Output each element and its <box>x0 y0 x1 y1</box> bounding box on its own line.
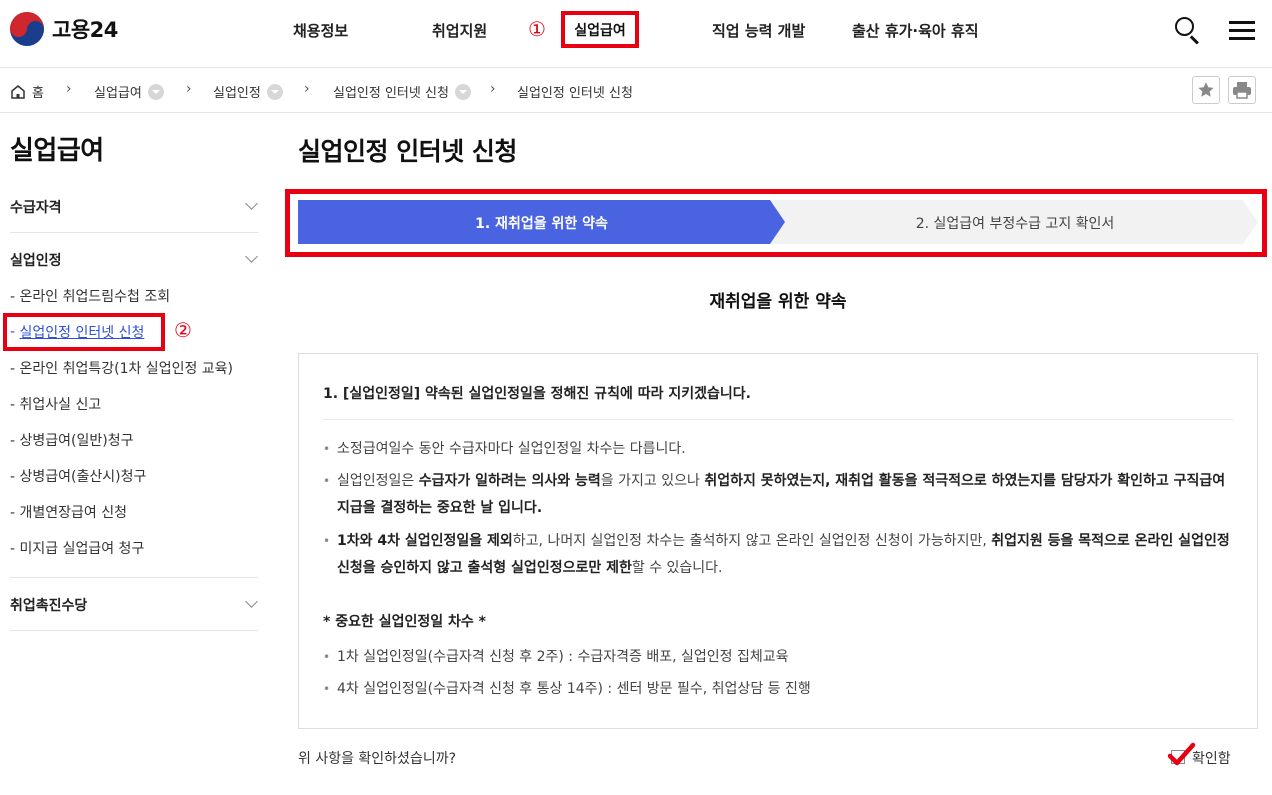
step-indicator: 1. 재취업을 위한 약속 2. 실업급여 부정수급 고지 확인서 <box>298 200 1258 244</box>
home-icon <box>11 84 25 99</box>
page-title: 실업인정 인터넷 신청 <box>298 137 517 166</box>
site-header: 고용24 채용정보 취업지원 ① 실업급여 직업 능력 개발 출산 휴가·육아 … <box>0 0 1272 68</box>
breadcrumb-separator-icon: › <box>304 81 310 97</box>
nav-item-parental-leave[interactable]: 출산 휴가·육아 휴직 <box>852 20 979 41</box>
chevron-down-icon <box>245 595 258 608</box>
list-item: 실업인정일은 수급자가 일하려는 의사와 능력을 가지고 있으나 취업하지 못하… <box>323 468 1233 522</box>
sidebar-section-label: 수급자격 <box>10 200 62 216</box>
breadcrumb-separator-icon: › <box>186 81 192 97</box>
list-item-text: 4차 실업인정일(수급자격 신청 후 통상 14주) : 센터 방문 필수, 취… <box>337 681 811 697</box>
sidebar-item-unpaid-benefit[interactable]: - 미지급 실업급여 청구 <box>10 538 144 558</box>
breadcrumb-item-2[interactable]: 실업인정 <box>213 82 283 101</box>
list-item: 1차와 4차 실업인정일을 제외하고, 나머지 실업인정 차수는 출석하지 않고… <box>323 528 1233 582</box>
divider <box>323 419 1233 420</box>
breadcrumb-home[interactable]: 홈 <box>10 82 44 101</box>
list-item-text: 소정급여일수 동안 수급자마다 실업인정일 차수는 다릅니다. <box>337 441 686 457</box>
logo-text: 고용24 <box>52 18 118 42</box>
step-1-label: 1. 재취업을 위한 약속 <box>475 216 608 232</box>
list-item-text: 할 수 있습니다. <box>631 560 723 576</box>
sidebar-section-employment-promotion[interactable]: 취업촉진수당 <box>10 595 258 615</box>
divider <box>10 232 258 233</box>
breadcrumb-separator-icon: › <box>490 81 496 97</box>
confirm-checkbox-label[interactable]: 확인함 <box>1192 748 1231 768</box>
breadcrumb-item-current: 실업인정 인터넷 신청 <box>517 82 633 101</box>
sidebar-item-internet-application[interactable]: - 실업인정 인터넷 신청 <box>3 313 165 351</box>
sidebar-section-label: 실업인정 <box>10 253 62 269</box>
sidebar-item-label: 실업인정 인터넷 신청 <box>19 325 145 341</box>
pledge-heading: 1. [실업인정일] 약속된 실업인정일을 정해진 규칙에 따라 지키겠습니다. <box>323 386 751 402</box>
sidebar-title: 실업급여 <box>10 136 104 166</box>
chevron-down-icon <box>245 250 258 263</box>
sidebar-item-sickness-benefit[interactable]: - 상병급여(일반)청구 <box>10 430 133 450</box>
list-item-text: 1차 실업인정일(수급자격 신청 후 2주) : 수급자격증 배포, 실업인정 … <box>337 649 789 665</box>
chevron-down-icon <box>245 197 258 210</box>
confirm-checkbox-group[interactable]: 확인함 <box>1168 742 1238 768</box>
list-item-emphasis: 1차와 4차 실업인정일을 제외 <box>337 533 513 549</box>
list-item-emphasis: 수급자가 일하려는 의사와 능력 <box>418 473 601 489</box>
nav-item-unemployment-benefit[interactable]: 실업급여 <box>561 11 639 48</box>
breadcrumb-item-1[interactable]: 실업급여 <box>94 82 164 101</box>
list-item-text: 하고, 나머지 실업인정 차수는 출석하지 않고 온라인 실업인정 신청이 가능… <box>512 533 992 549</box>
breadcrumb-home-label: 홈 <box>32 86 44 101</box>
pledge-content-box: 1. [실업인정일] 약속된 실업인정일을 정해진 규칙에 따라 지키겠습니다.… <box>298 353 1258 729</box>
sidebar-item-extended-benefit[interactable]: - 개별연장급여 신청 <box>10 502 127 522</box>
breadcrumb-label: 실업인정 인터넷 신청 <box>333 86 449 101</box>
sidebar-item-prefix: - <box>10 324 20 340</box>
menu-icon[interactable] <box>1228 16 1256 44</box>
list-item: 1차 실업인정일(수급자격 신청 후 2주) : 수급자격증 배포, 실업인정 … <box>323 644 1233 671</box>
chevron-down-icon[interactable] <box>454 83 471 100</box>
bookmark-star-icon[interactable] <box>1192 76 1220 104</box>
print-icon[interactable] <box>1228 76 1256 104</box>
confirm-question: 위 사항을 확인하셨습니까? <box>298 751 457 767</box>
sidebar-item-online-dream-notebook[interactable]: - 온라인 취업드림수첩 조회 <box>10 286 170 306</box>
breadcrumb: 홈 › 실업급여 › 실업인정 › 실업인정 인터넷 신청 › 실업인정 인터넷… <box>0 68 1272 113</box>
nav-item-employment-support[interactable]: 취업지원 <box>432 20 487 41</box>
step-2-label: 2. 실업급여 부정수급 고지 확인서 <box>915 216 1115 232</box>
site-logo[interactable]: 고용24 <box>10 12 118 46</box>
nav-item-jobs[interactable]: 채용정보 <box>293 20 348 41</box>
sidebar-item-sickness-benefit-childbirth[interactable]: - 상병급여(출산시)청구 <box>10 466 146 486</box>
list-item: 소정급여일수 동안 수급자마다 실업인정일 차수는 다릅니다. <box>323 436 1233 463</box>
sidebar-item-online-lecture[interactable]: - 온라인 취업특강(1차 실업인정 교육) <box>10 358 233 378</box>
divider <box>10 630 258 631</box>
sidebar-item-employment-report[interactable]: - 취업사실 신고 <box>10 394 101 414</box>
list-item-text: 실업인정일은 <box>337 473 419 489</box>
breadcrumb-label: 실업급여 <box>94 86 142 101</box>
annotation-marker-2: ② <box>174 318 192 342</box>
sidebar-section-label: 취업촉진수당 <box>10 598 88 614</box>
chevron-down-icon[interactable] <box>266 83 283 100</box>
annotation-marker-1: ① <box>528 17 546 41</box>
nav-item-vocational-training[interactable]: 직업 능력 개발 <box>712 20 805 41</box>
search-icon[interactable] <box>1174 16 1202 45</box>
breadcrumb-item-3[interactable]: 실업인정 인터넷 신청 <box>333 82 471 101</box>
section-title: 재취업을 위한 약속 <box>709 292 847 312</box>
breadcrumb-label: 실업인정 인터넷 신청 <box>517 86 633 101</box>
important-dates-heading: * 중요한 실업인정일 차수 * <box>323 614 486 630</box>
chevron-down-icon[interactable] <box>147 83 164 100</box>
divider <box>10 577 258 578</box>
taegeuk-logo-icon <box>10 12 44 46</box>
sidebar-section-eligibility[interactable]: 수급자격 <box>10 197 258 217</box>
breadcrumb-separator-icon: › <box>66 81 72 97</box>
sidebar-section-unemployment-recognition[interactable]: 실업인정 <box>10 250 258 270</box>
breadcrumb-label: 실업인정 <box>213 86 261 101</box>
list-item: 4차 실업인정일(수급자격 신청 후 통상 14주) : 센터 방문 필수, 취… <box>323 676 1233 703</box>
list-item-text: 을 가지고 있으나 <box>600 473 705 489</box>
